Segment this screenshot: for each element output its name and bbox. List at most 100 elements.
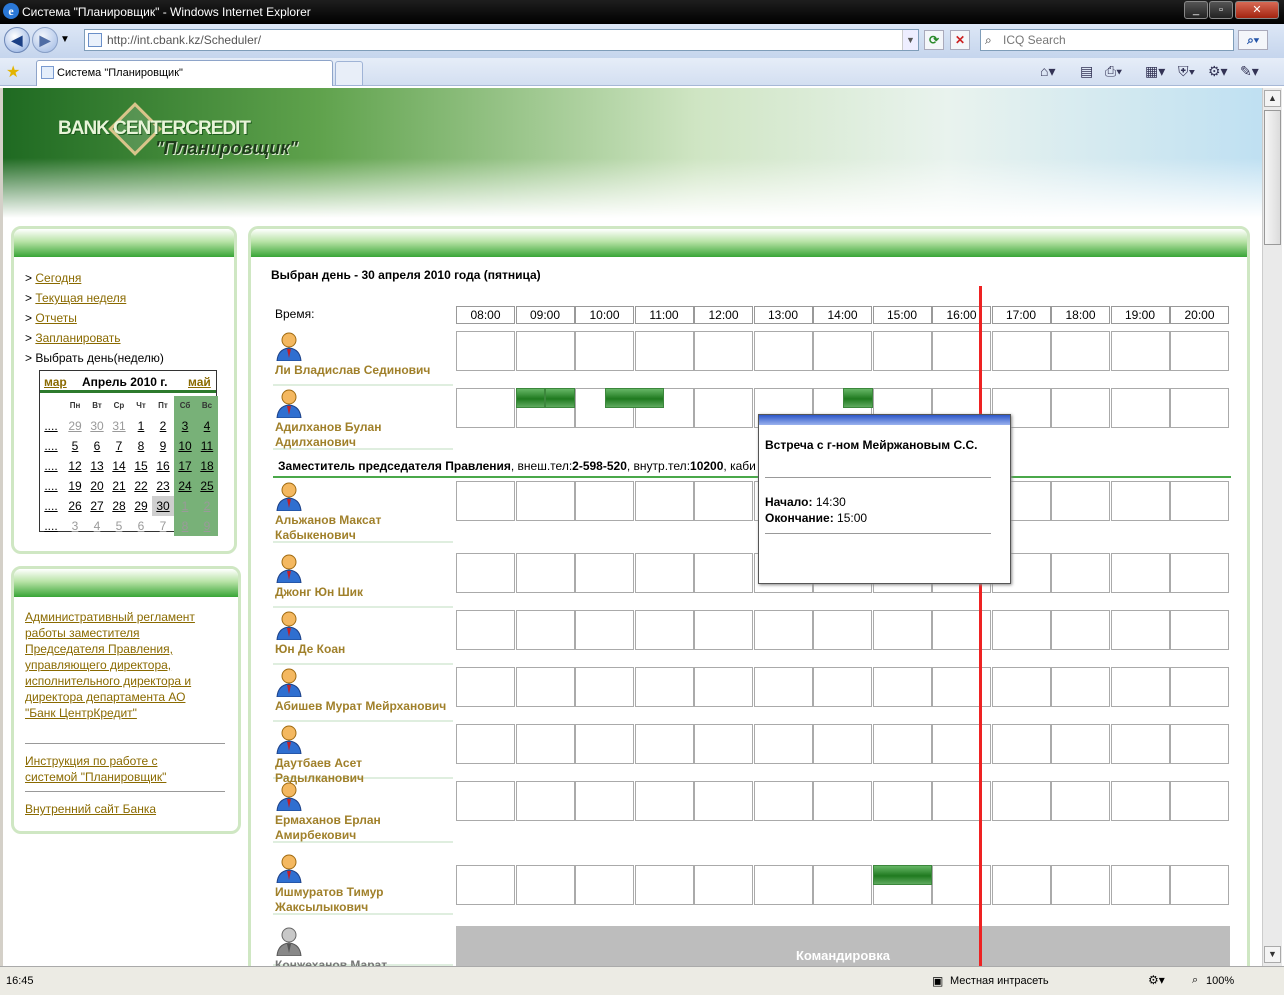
calendar-next-month[interactable]: май [188,375,211,389]
calendar-day[interactable]: 22 [130,476,152,496]
time-slot[interactable] [991,667,1051,707]
time-slot[interactable] [932,724,991,764]
calendar-week-link[interactable]: .... [40,436,62,456]
time-slot[interactable] [753,331,813,371]
scroll-up-button[interactable]: ▲ [1264,90,1281,107]
time-slot[interactable] [872,667,932,707]
person-name[interactable]: Адилханов Булан Адилханович [275,420,395,450]
time-slot[interactable] [1170,481,1229,521]
time-slot[interactable] [456,553,515,593]
time-slot[interactable] [872,724,932,764]
intranet-link[interactable]: Внутренний сайт Банка [25,801,156,817]
scroll-thumb[interactable] [1264,110,1281,245]
time-slot[interactable] [753,667,813,707]
time-slot[interactable] [456,724,515,764]
time-slot[interactable] [634,610,694,650]
time-slot[interactable] [515,781,575,821]
print-icon[interactable]: ⎙▾ [1105,61,1122,81]
nav-week[interactable]: > Текущая неделя [25,291,126,305]
time-slot[interactable] [813,331,872,371]
calendar-day[interactable]: 29 [64,416,86,436]
time-slot[interactable] [575,724,634,764]
time-slot[interactable] [1051,667,1110,707]
time-slot[interactable] [575,481,634,521]
time-slot[interactable] [932,865,991,905]
calendar-day[interactable]: 19 [64,476,86,496]
calendar-day[interactable]: 16 [152,456,174,476]
time-slot[interactable] [575,667,634,707]
calendar-day[interactable]: 15 [130,456,152,476]
time-slot[interactable] [694,781,753,821]
calendar-day[interactable]: 18 [196,456,218,476]
time-slot[interactable] [634,781,694,821]
address-dropdown-icon[interactable]: ▼ [902,30,918,50]
calendar-day[interactable]: 30 [152,496,174,516]
time-slot[interactable] [991,610,1051,650]
vertical-scrollbar[interactable]: ▲ ▼ [1262,88,1282,966]
schedule-event[interactable] [842,388,873,408]
time-slot[interactable] [575,610,634,650]
time-slot[interactable] [575,781,634,821]
calendar-day[interactable]: 23 [152,476,174,496]
time-slot[interactable] [515,610,575,650]
time-slot[interactable] [813,865,872,905]
time-slot[interactable] [515,865,575,905]
calendar-day[interactable]: 20 [86,476,108,496]
time-slot[interactable] [1051,388,1110,428]
calendar-day[interactable]: 1 [174,496,196,516]
time-slot[interactable] [1051,724,1110,764]
time-slot[interactable] [515,481,575,521]
time-slot[interactable] [753,865,813,905]
person-name[interactable]: Абишев Мурат Мейрханович [275,699,453,714]
time-slot[interactable] [515,553,575,593]
time-slot[interactable] [456,481,515,521]
time-slot[interactable] [1110,553,1170,593]
calendar-week-link[interactable]: .... [40,476,62,496]
time-slot[interactable] [694,667,753,707]
schedule-event[interactable] [515,388,546,408]
calendar-day[interactable]: 24 [174,476,196,496]
person-name[interactable]: Альжанов Максат Кабыкенович [275,513,395,543]
person-name[interactable]: Конжеханов Марат [275,958,453,966]
time-slot[interactable] [1110,481,1170,521]
time-slot[interactable] [634,865,694,905]
time-slot[interactable] [634,481,694,521]
time-slot[interactable] [1110,667,1170,707]
time-slot[interactable] [1110,610,1170,650]
calendar-day[interactable]: 11 [196,436,218,456]
page-menu-icon[interactable]: ▦▾ [1145,61,1165,81]
new-tab-button[interactable] [335,61,363,86]
time-slot[interactable] [1051,553,1110,593]
calendar-day[interactable]: 2 [152,416,174,436]
address-bar[interactable]: http://int.cbank.kz/Scheduler/ ▼ [84,29,919,51]
time-slot[interactable] [694,481,753,521]
time-slot[interactable] [1170,553,1229,593]
person-name[interactable]: Джонг Юн Шик [275,585,453,600]
close-button[interactable]: ✕ [1235,1,1279,19]
calendar-day[interactable]: 26 [64,496,86,516]
time-slot[interactable] [1051,781,1110,821]
time-slot[interactable] [813,610,872,650]
calendar-day[interactable]: 13 [86,456,108,476]
schedule-event[interactable] [872,865,932,885]
business-trip-block[interactable]: Командировка [456,926,1230,966]
time-slot[interactable] [1110,331,1170,371]
calendar-week-link[interactable]: .... [40,456,62,476]
calendar-day[interactable]: 9 [196,516,218,536]
time-slot[interactable] [1110,865,1170,905]
time-slot[interactable] [753,610,813,650]
calendar-day[interactable]: 3 [64,516,86,536]
search-input[interactable]: ⌕ ICQ Search [980,29,1234,51]
time-slot[interactable] [515,724,575,764]
time-slot[interactable] [634,331,694,371]
calendar-day[interactable]: 28 [108,496,130,516]
time-slot[interactable] [456,781,515,821]
translate-icon[interactable]: ✎▾ [1240,61,1259,81]
calendar-day[interactable]: 5 [108,516,130,536]
calendar-day[interactable]: 30 [86,416,108,436]
time-slot[interactable] [1051,481,1110,521]
calendar-day[interactable]: 4 [86,516,108,536]
time-slot[interactable] [456,331,515,371]
back-button[interactable]: ◀ [4,27,30,53]
scroll-down-button[interactable]: ▼ [1264,946,1281,963]
